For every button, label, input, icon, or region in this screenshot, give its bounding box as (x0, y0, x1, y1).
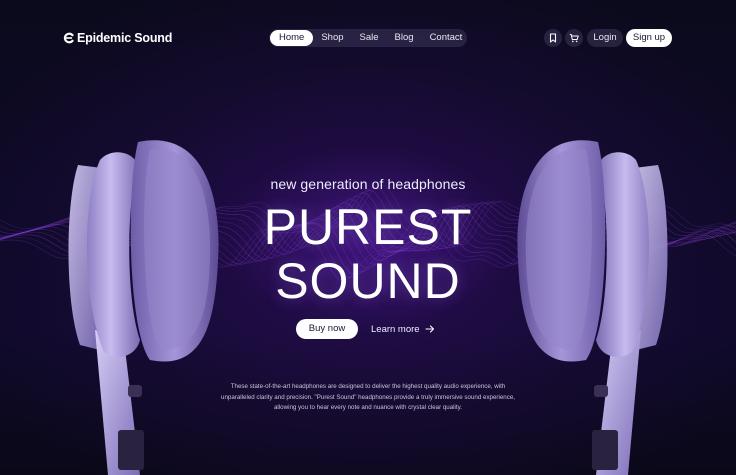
hero-stage: Epidemic Sound Home Shop Sale Blog Conta… (0, 0, 736, 475)
bookmark-button[interactable] (544, 29, 562, 47)
headline-line-1: PUREST (263, 199, 473, 255)
nav-item-contact[interactable]: Contact (422, 30, 471, 46)
hero-tagline: new generation of headphones (270, 176, 466, 192)
brand-logo[interactable]: Epidemic Sound (63, 29, 172, 47)
headline-line-2: SOUND (275, 253, 461, 309)
cart-button[interactable] (565, 29, 583, 47)
e-logo-icon (63, 32, 74, 44)
nav-item-shop[interactable]: Shop (313, 30, 351, 46)
cart-icon (569, 34, 579, 43)
nav-item-sale[interactable]: Sale (352, 30, 387, 46)
main-nav: Home Shop Sale Blog Contact (269, 29, 467, 47)
hero-headline: PUREST SOUND (0, 200, 736, 308)
brand-name: Epidemic Sound (77, 31, 173, 45)
nav-item-home[interactable]: Home (270, 30, 314, 46)
hero-description: These state-of-the-art headphones are de… (221, 383, 515, 411)
arrow-right-icon (425, 325, 434, 333)
signup-button[interactable]: Sign up (626, 29, 672, 47)
bookmark-icon (549, 33, 557, 43)
login-button[interactable]: Login (587, 29, 623, 47)
learn-more-label: Learn more (371, 323, 420, 335)
learn-more-link[interactable]: Learn more (371, 319, 435, 339)
buy-now-button[interactable]: Buy now (296, 319, 358, 339)
nav-item-blog[interactable]: Blog (387, 30, 422, 46)
